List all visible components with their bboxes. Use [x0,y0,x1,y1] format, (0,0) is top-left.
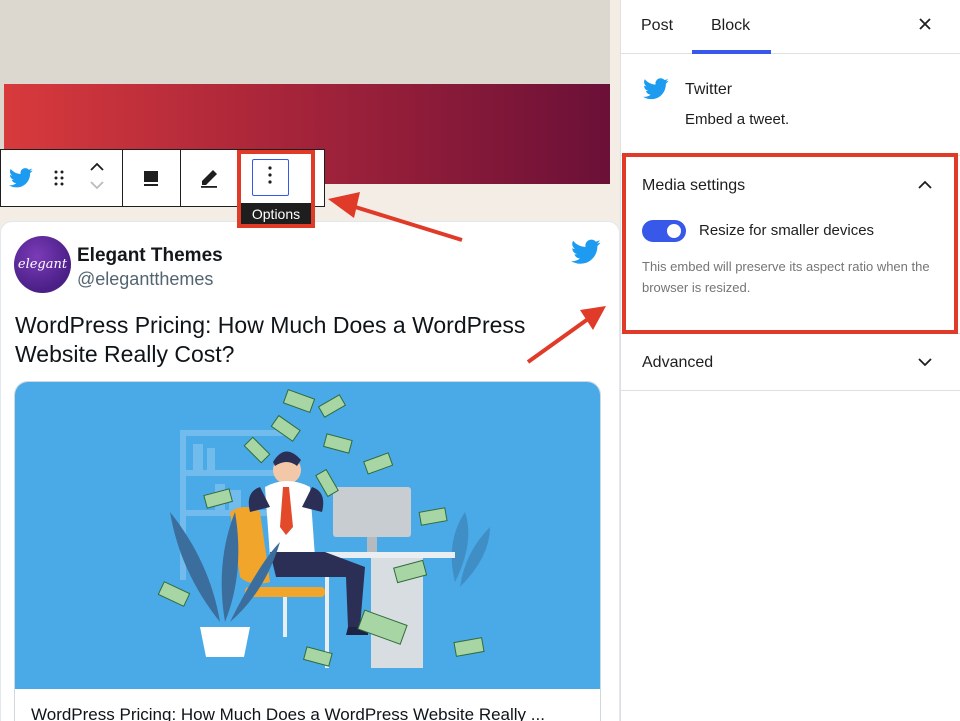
pencil-icon [181,150,238,206]
author-handle[interactable]: @elegantthemes [77,269,213,290]
avatar-logo-text: elegant [18,257,67,272]
block-mover [73,150,121,206]
chevron-up-icon[interactable] [89,160,105,178]
chevron-down-icon[interactable] [917,355,933,373]
advanced-heading[interactable]: Advanced [642,354,713,372]
align-button[interactable] [123,150,181,206]
edit-url-button[interactable] [181,150,239,206]
close-button[interactable] [913,14,937,38]
twitter-icon [643,78,669,105]
active-tab-indicator [692,50,771,54]
sidebar-tabs: Post Block [621,0,960,54]
close-icon [918,17,932,36]
block-switcher-group [1,150,123,206]
twitter-icon[interactable] [1,150,45,206]
align-icon [123,150,180,206]
link-preview-title[interactable]: WordPress Pricing: How Much Does a WordP… [31,705,545,721]
highlight-box-options [237,150,315,228]
tab-post[interactable]: Post [641,17,673,35]
twitter-icon[interactable] [571,239,601,270]
block-card-title: Twitter [685,81,732,99]
link-preview-card[interactable]: WordPress Pricing: How Much Does a WordP… [14,381,601,721]
settings-sidebar: Post Block Twitter Embed a tweet. Media … [620,0,960,721]
advanced-panel[interactable]: Advanced [621,333,960,391]
editor-canvas: elegant Elegant Themes @elegantthemes Wo… [0,0,620,721]
block-card-description: Embed a tweet. [685,111,789,128]
link-preview-image[interactable] [15,382,601,689]
tweet-embed-card[interactable]: elegant Elegant Themes @elegantthemes Wo… [0,221,620,721]
highlight-box-media-settings [622,153,958,334]
chevron-down-icon[interactable] [89,178,105,196]
tweet-text: WordPress Pricing: How Much Does a WordP… [15,311,575,369]
drag-handle-icon[interactable] [45,150,73,206]
author-name[interactable]: Elegant Themes [77,245,223,267]
author-avatar[interactable]: elegant [14,236,71,293]
tab-block[interactable]: Block [711,17,750,35]
